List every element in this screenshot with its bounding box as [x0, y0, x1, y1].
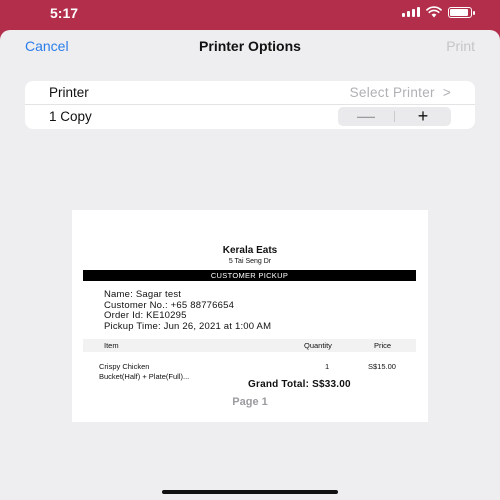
copies-stepper: — + — [338, 107, 451, 126]
increment-button[interactable]: + — [395, 107, 451, 126]
print-preview-page[interactable]: Kerala Eats 5 Tai Seng Dr CUSTOMER PICKU… — [72, 210, 428, 422]
page-title: Printer Options — [199, 38, 301, 54]
status-bar: 5:17 — [0, 0, 500, 26]
item-quantity: 1 — [325, 362, 330, 371]
wifi-icon — [426, 6, 442, 18]
order-info: Name: Sagar test Customer No.: +65 88776… — [104, 289, 272, 332]
cellular-signal-icon — [402, 7, 420, 17]
order-id: Order Id: KE10295 — [104, 310, 187, 321]
items-table-header: Item Quantity Price — [83, 339, 416, 352]
column-quantity: Quantity — [304, 341, 332, 350]
item-name: Crispy Chicken Bucket(Half) + Plate(Full… — [99, 362, 189, 382]
item-name-line2: Bucket(Half) + Plate(Full)... — [99, 372, 190, 381]
printer-options-sheet: Cancel Printer Options Print Printer Sel… — [0, 30, 500, 500]
select-printer-label: Select Printer — [349, 85, 435, 100]
chevron-right-icon: > — [442, 85, 451, 100]
shop-address: 5 Tai Seng Dr — [228, 258, 272, 265]
copies-row: 1 Copy — + — [25, 105, 475, 129]
nav-bar: Cancel Printer Options Print — [0, 30, 500, 62]
status-icons — [402, 6, 475, 18]
grand-total: Grand Total: S$33.00 — [248, 379, 351, 390]
page-label: Page 1 — [232, 396, 268, 408]
shop-name: Kerala Eats — [222, 245, 278, 256]
battery-icon — [448, 6, 475, 18]
column-price: Price — [374, 341, 392, 350]
printer-label: Printer — [49, 85, 89, 100]
status-time: 5:17 — [50, 5, 79, 21]
options-group: Printer Select Printer > 1 Copy — + — [25, 81, 475, 129]
print-button[interactable]: Print — [446, 38, 475, 54]
column-item: Item — [104, 341, 119, 350]
select-printer-value[interactable]: Select Printer > — [350, 85, 451, 100]
battery-level — [450, 8, 468, 16]
home-indicator[interactable] — [162, 490, 338, 494]
pickup-banner: CUSTOMER PICKUP — [83, 270, 416, 281]
item-name-line1: Crispy Chicken — [99, 362, 150, 371]
decrement-button[interactable]: — — [338, 107, 394, 126]
customer-name: Name: Sagar test — [104, 289, 182, 300]
item-price: S$15.00 — [368, 362, 396, 371]
pickup-time: Pickup Time: Jun 26, 2021 at 1:00 AM — [104, 320, 272, 332]
printer-row[interactable]: Printer Select Printer > — [25, 81, 475, 105]
copies-label: 1 Copy — [49, 109, 92, 124]
